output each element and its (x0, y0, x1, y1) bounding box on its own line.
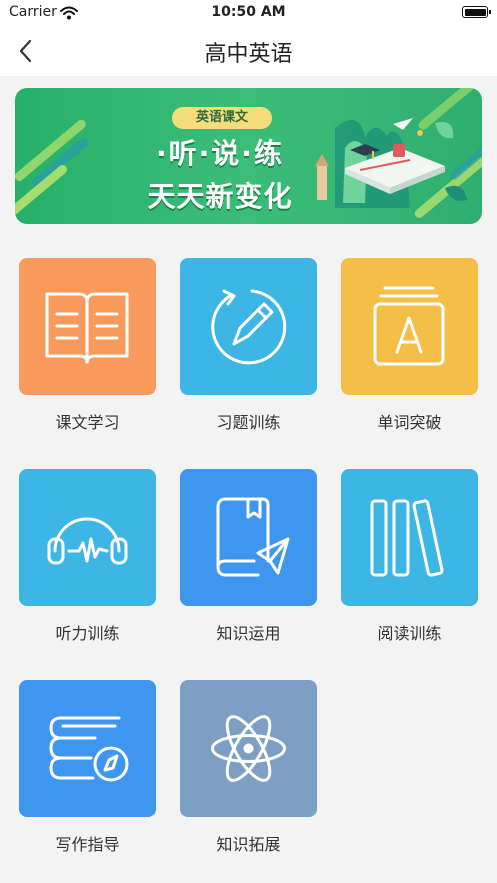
tile-reading[interactable] (341, 469, 478, 606)
pencil-circle-icon (211, 289, 287, 365)
tile-label: 知识运用 (216, 624, 281, 643)
banner-subheadline: 天天新变化 (147, 180, 293, 213)
page-title: 高中英语 (204, 42, 293, 67)
tile-label: 阅读训练 (377, 624, 442, 643)
tile-label: 听力训练 (55, 624, 120, 643)
tile-text-study[interactable] (19, 258, 156, 395)
battery-icon (462, 6, 491, 18)
atom-icon (211, 715, 286, 782)
status-bar: Carrier 10:50 AM (0, 0, 497, 26)
tile-exercises[interactable] (180, 258, 317, 395)
letter-card-icon (373, 286, 445, 366)
books-compass-icon (49, 716, 129, 782)
tile-knowledge-expansion[interactable] (180, 680, 317, 817)
books-icon (370, 499, 444, 577)
banner-tag: 英语课文 (172, 107, 272, 129)
tile-label: 单词突破 (377, 413, 442, 432)
status-time: 10:50 AM (211, 4, 286, 20)
banner-headline: ·听·说·练 (156, 137, 284, 170)
tile-label: 写作指导 (55, 835, 120, 854)
headphones-icon (47, 517, 128, 565)
promo-banner[interactable]: 英语课文 ·听·说·练 天天新变化 (15, 88, 482, 224)
tile-label: 知识拓展 (216, 835, 281, 854)
tile-knowledge-use[interactable] (180, 469, 317, 606)
tile-label: 习题训练 (216, 413, 281, 432)
tile-listening[interactable] (19, 469, 156, 606)
tile-vocabulary[interactable] (341, 258, 478, 395)
nav-bar: 高中英语 (0, 26, 497, 76)
book-paper-plane-icon (216, 497, 290, 577)
tile-writing[interactable] (19, 680, 156, 817)
open-book-icon (45, 292, 129, 364)
tile-label: 课文学习 (55, 413, 120, 432)
